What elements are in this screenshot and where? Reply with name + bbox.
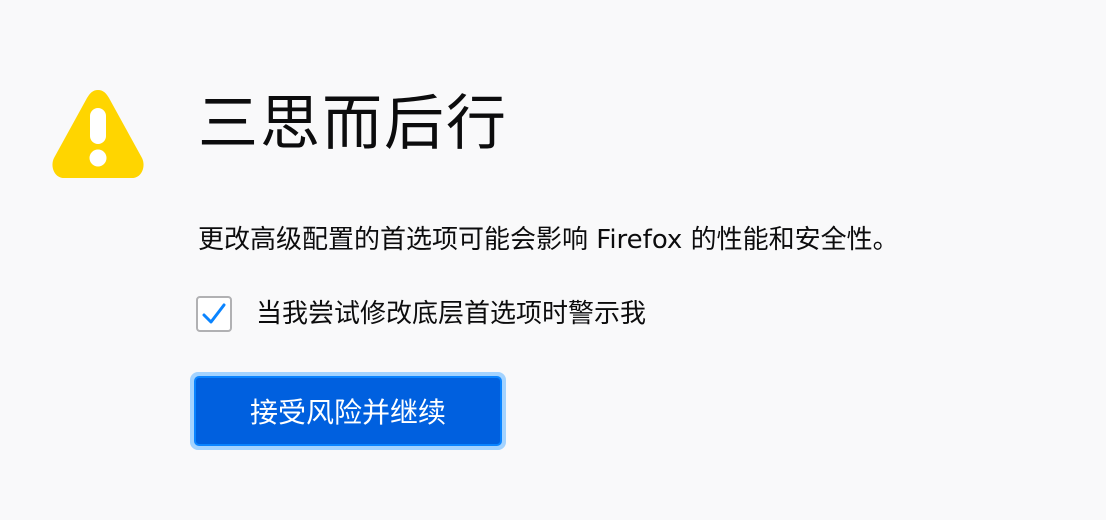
warning-triangle-icon [52,90,144,178]
page-title: 三思而后行 [198,89,508,159]
accept-risk-button-label: 接受风险并继续 [194,376,502,446]
checkmark-icon [202,303,226,324]
warning-checkbox-label: 当我尝试修改底层首选项时警示我 [256,299,647,329]
about-config-warning-page: 三思而后行 更改高级配置的首选项可能会影响 Firefox 的性能和安全性。 当… [0,0,1106,520]
warning-description: 更改高级配置的首选项可能会影响 Firefox 的性能和安全性。 [198,225,899,255]
warning-checkbox[interactable] [196,296,232,332]
accept-risk-button[interactable]: 接受风险并继续 [190,372,506,450]
warning-checkbox-row[interactable]: 当我尝试修改底层首选项时警示我 [196,294,646,334]
